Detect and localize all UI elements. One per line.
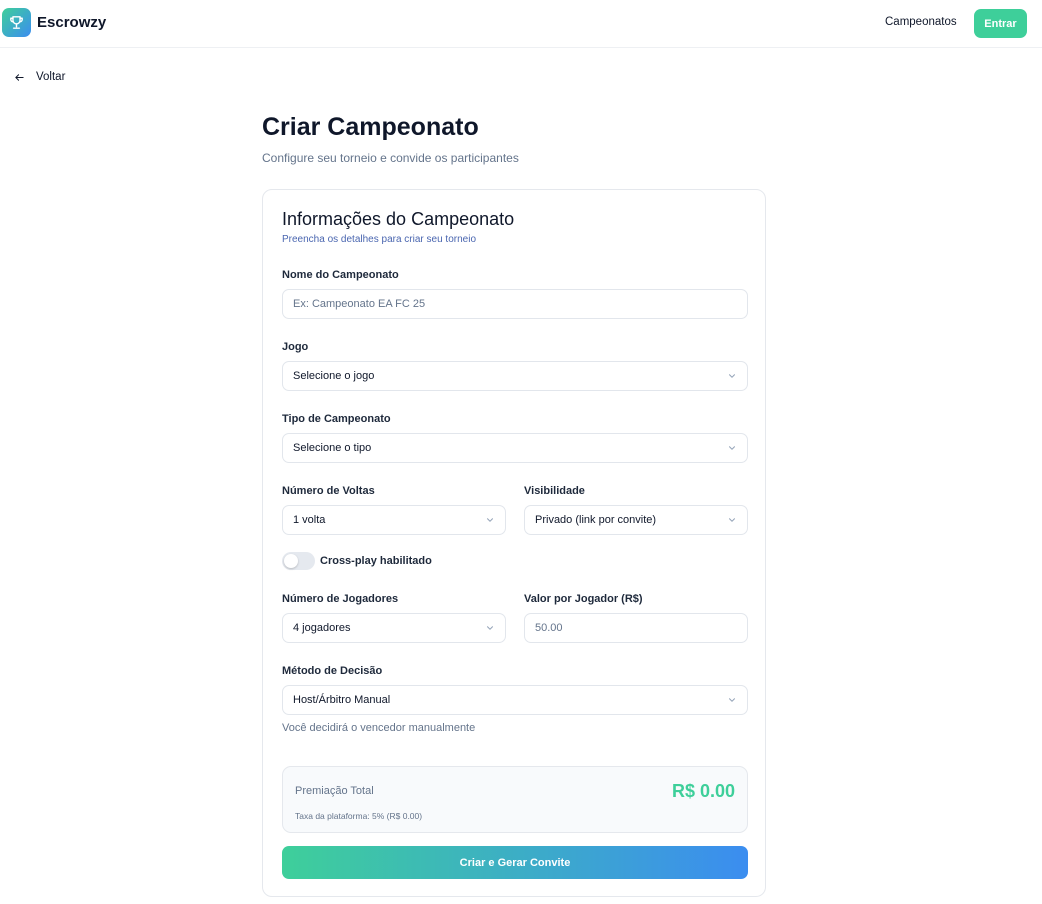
page-title: Criar Campeonato [262,113,479,141]
game-label: Jogo [282,341,309,353]
rounds-select[interactable]: 1 volta [282,505,506,535]
nav-link-campeonatos[interactable]: Campeonatos [885,16,957,28]
visibility-select[interactable]: Privado (link por convite) [524,505,748,535]
rounds-select-value: 1 volta [293,514,326,526]
chevron-down-icon [728,374,736,378]
create-invite-button[interactable]: Criar e Gerar Convite [282,846,748,879]
type-label: Tipo de Campeonato [282,413,391,425]
chevron-down-icon [728,446,736,450]
toggle-knob [284,554,298,568]
visibility-label: Visibilidade [524,485,585,497]
page-subtitle: Configure seu torneio e convide os parti… [262,151,519,165]
prize-label: Premiação Total [295,785,374,797]
crossplay-toggle[interactable] [282,552,315,570]
platform-fee: Taxa da plataforma: 5% (R$ 0.00) [295,811,423,821]
back-link[interactable]: Voltar [14,71,65,83]
game-select[interactable]: Selecione o jogo [282,361,748,391]
decision-hint: Você decidirá o vencedor manualmente [282,722,476,734]
trophy-icon[interactable] [2,8,31,37]
prize-summary: Premiação Total R$ 0.00 Taxa da platafor… [282,766,748,833]
top-navbar: Escrowzy Campeonatos Entrar [0,0,1042,48]
players-select-value: 4 jogadores [293,622,351,634]
decision-label: Método de Decisão [282,665,383,677]
chevron-down-icon [486,518,494,522]
rounds-label: Número de Voltas [282,485,375,497]
chevron-down-icon [728,518,736,522]
players-select[interactable]: 4 jogadores [282,613,506,643]
type-select-value: Selecione o tipo [293,442,372,454]
decision-select[interactable]: Host/Árbitro Manual [282,685,748,715]
chevron-down-icon [486,626,494,630]
players-label: Número de Jogadores [282,593,399,605]
type-select[interactable]: Selecione o tipo [282,433,748,463]
price-label: Valor por Jogador (R$) [524,593,643,605]
decision-select-value: Host/Árbitro Manual [293,694,391,706]
price-placeholder: 50.00 [535,622,563,634]
crossplay-label: Cross-play habilitado [320,555,432,567]
arrow-left-icon [15,73,24,81]
championship-name-placeholder: Ex: Campeonato EA FC 25 [293,298,426,310]
visibility-select-value: Privado (link por convite) [535,514,657,526]
championship-name-input[interactable]: Ex: Campeonato EA FC 25 [282,289,748,319]
price-input[interactable]: 50.00 [524,613,748,643]
name-label: Nome do Campeonato [282,269,399,281]
brand-name[interactable]: Escrowzy [37,14,106,31]
prize-value: R$ 0.00 [671,781,735,801]
chevron-down-icon [728,698,736,702]
enter-button[interactable]: Entrar [974,9,1027,38]
game-select-value: Selecione o jogo [293,370,375,382]
back-label: Voltar [36,71,66,83]
tournament-form-card: Informações do Campeonato Preencha os de… [262,189,766,897]
card-title: Informações do Campeonato [282,209,515,229]
card-subtitle: Preencha os detalhes para criar seu torn… [282,234,477,245]
